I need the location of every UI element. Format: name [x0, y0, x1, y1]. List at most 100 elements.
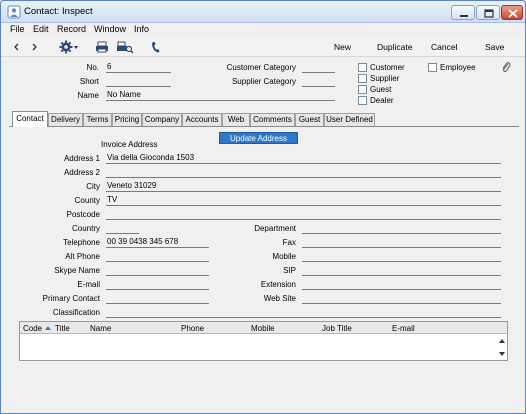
department-field[interactable]: [302, 223, 501, 234]
tab-user-defined[interactable]: User Defined: [324, 113, 375, 126]
classification-label: Classification: [52, 308, 100, 317]
email-label: E-mail: [77, 280, 100, 289]
tab-pricing[interactable]: Pricing: [112, 113, 142, 126]
scroll-up-icon[interactable]: [497, 336, 507, 346]
close-button[interactable]: [501, 5, 523, 20]
guest-checkbox-label: Guest: [370, 85, 392, 94]
sip-field[interactable]: [302, 265, 501, 276]
short-label: Short: [79, 77, 99, 86]
chevron-left-icon: [14, 43, 19, 51]
website-field[interactable]: [302, 293, 501, 304]
alt-phone-field[interactable]: [106, 251, 209, 262]
dealer-checkbox-label: Dealer: [370, 96, 394, 105]
call-button[interactable]: [150, 39, 162, 55]
postcode-label: Postcode: [66, 210, 100, 219]
tab-guest[interactable]: Guest: [295, 113, 324, 126]
extension-field[interactable]: [302, 279, 501, 290]
customer-category-field[interactable]: [302, 62, 335, 73]
gear-icon: [59, 40, 78, 54]
supplier-checkbox-label: Supplier: [370, 74, 400, 83]
column-email[interactable]: E-mail: [392, 324, 415, 333]
maximize-button[interactable]: [476, 5, 500, 20]
column-name[interactable]: Name: [90, 324, 111, 333]
print-button[interactable]: [95, 39, 109, 55]
operations-menu-button[interactable]: [58, 39, 80, 55]
phone-icon: [152, 42, 160, 53]
grid-header: Code Title Name Phone Mobile Job Title E…: [20, 322, 507, 334]
country-field[interactable]: [106, 223, 139, 234]
print-preview-button[interactable]: [116, 39, 134, 55]
short-field[interactable]: [106, 76, 171, 87]
column-code[interactable]: Code: [23, 324, 42, 333]
window-title: Contact: Inspect: [24, 6, 93, 17]
new-button[interactable]: New: [334, 42, 351, 52]
email-field[interactable]: [106, 279, 209, 290]
toolbar: New Duplicate Cancel Save: [1, 37, 525, 57]
telephone-field[interactable]: 00 39 0438 345 678: [106, 237, 209, 248]
fax-field[interactable]: [302, 237, 501, 248]
no-field[interactable]: 6: [106, 62, 171, 73]
name-field[interactable]: No Name: [106, 90, 335, 101]
minimize-button[interactable]: [451, 5, 475, 20]
column-mobile[interactable]: Mobile: [251, 324, 275, 333]
tab-bar: Contact Delivery Terms Pricing Company A…: [1, 111, 525, 127]
menu-file[interactable]: File: [10, 24, 25, 34]
menu-edit[interactable]: Edit: [33, 24, 49, 34]
previous-record-button[interactable]: [12, 39, 22, 55]
menu-info[interactable]: Info: [134, 24, 149, 34]
tab-accounts[interactable]: Accounts: [182, 113, 222, 126]
tab-company[interactable]: Company: [142, 113, 182, 126]
column-phone[interactable]: Phone: [181, 324, 204, 333]
website-label: Web Site: [263, 294, 296, 303]
city-field[interactable]: Veneto 31029: [106, 181, 501, 192]
update-address-button[interactable]: Update Address: [219, 132, 298, 144]
menu-window[interactable]: Window: [94, 24, 126, 34]
no-label: No.: [86, 63, 99, 72]
classification-field[interactable]: [106, 307, 501, 318]
menu-record[interactable]: Record: [57, 24, 86, 34]
city-label: City: [86, 182, 100, 191]
customer-checkbox-label: Customer: [370, 63, 405, 72]
dealer-checkbox[interactable]: [358, 96, 367, 105]
duplicate-button[interactable]: Duplicate: [377, 42, 412, 52]
mobile-label: Mobile: [272, 252, 296, 261]
title-bar: Contact: Inspect: [1, 1, 525, 23]
primary-contact-label: Primary Contact: [42, 294, 100, 303]
attachment-icon[interactable]: [501, 61, 511, 73]
contact-persons-grid[interactable]: Code Title Name Phone Mobile Job Title E…: [19, 321, 508, 361]
next-record-button[interactable]: [29, 39, 39, 55]
column-job-title[interactable]: Job Title: [322, 324, 352, 333]
tab-web[interactable]: Web: [222, 113, 250, 126]
county-field[interactable]: TV: [106, 195, 501, 206]
supplier-category-field[interactable]: [302, 76, 335, 87]
guest-checkbox[interactable]: [358, 85, 367, 94]
save-button[interactable]: Save: [485, 42, 504, 52]
cancel-button[interactable]: Cancel: [431, 42, 457, 52]
chevron-right-icon: [32, 43, 37, 51]
minimize-icon: [460, 15, 468, 17]
country-label: Country: [71, 224, 100, 233]
telephone-label: Telephone: [63, 238, 100, 247]
tab-delivery[interactable]: Delivery: [48, 113, 83, 126]
tab-comments[interactable]: Comments: [250, 113, 295, 126]
skype-name-label: Skype Name: [54, 266, 100, 275]
print-preview-icon: [117, 41, 134, 54]
address2-label: Address 2: [63, 168, 100, 177]
record-header: No. 6 Short Name No Name Customer Catego…: [1, 58, 525, 110]
tab-terms[interactable]: Terms: [83, 113, 112, 126]
skype-name-field[interactable]: [106, 265, 209, 276]
supplier-checkbox[interactable]: [358, 74, 367, 83]
mobile-field[interactable]: [302, 251, 501, 262]
employee-checkbox-label: Employee: [440, 63, 476, 72]
address1-field[interactable]: Via della Gioconda 1503: [106, 153, 501, 164]
scroll-down-icon[interactable]: [497, 349, 507, 359]
sort-ascending-icon[interactable]: [44, 325, 52, 331]
supplier-category-label: Supplier Category: [231, 77, 296, 86]
postcode-field[interactable]: [106, 209, 501, 220]
address2-field[interactable]: [106, 167, 501, 178]
employee-checkbox[interactable]: [428, 63, 437, 72]
customer-checkbox[interactable]: [358, 63, 367, 72]
column-title[interactable]: Title: [55, 324, 70, 333]
primary-contact-field[interactable]: [106, 293, 209, 304]
tab-contact[interactable]: Contact: [12, 111, 48, 127]
